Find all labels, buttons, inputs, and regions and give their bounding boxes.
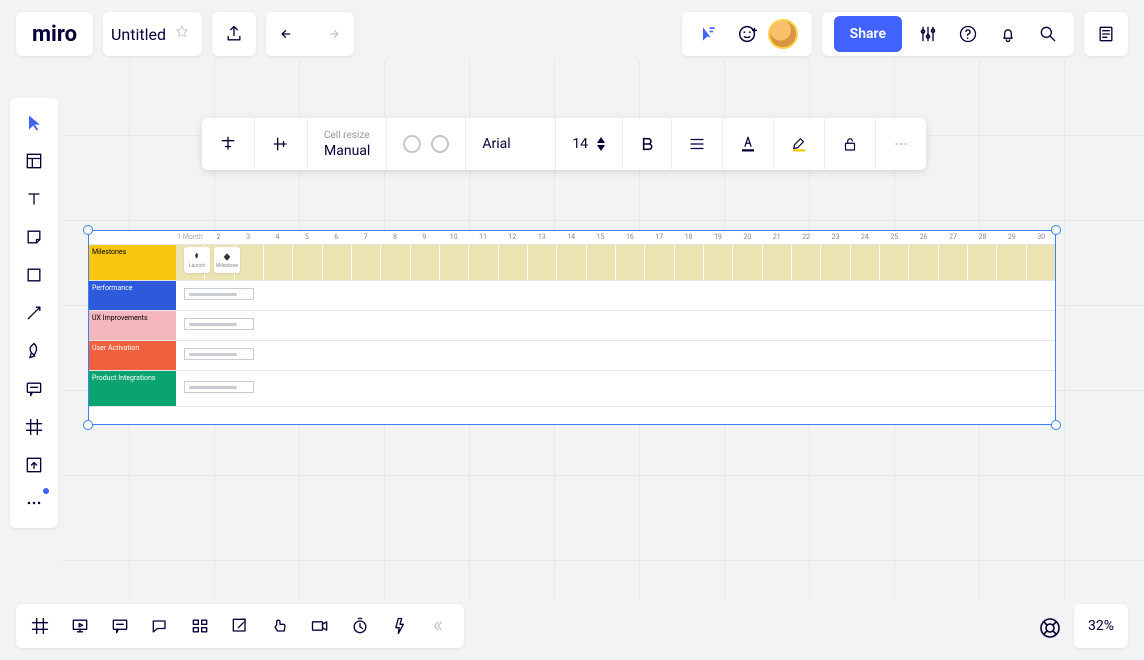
activity-button[interactable] [380, 606, 420, 646]
board-title[interactable]: Untitled [111, 25, 166, 44]
resize-handle[interactable] [1051, 225, 1061, 235]
connector-tool[interactable] [14, 294, 54, 332]
color-picker[interactable] [387, 118, 466, 170]
help-fab[interactable] [1036, 614, 1064, 642]
text-color-button[interactable] [723, 118, 774, 170]
zoom-level[interactable]: 32% [1074, 604, 1128, 648]
cursor-tracking-icon[interactable] [688, 14, 728, 54]
resize-handle[interactable] [1051, 420, 1061, 430]
align-button[interactable] [672, 118, 723, 170]
cell-resize-caption: Cell resize [324, 130, 370, 141]
notifications-button[interactable] [988, 14, 1028, 54]
user-avatar[interactable] [768, 19, 798, 49]
bottom-toolbar [16, 604, 464, 648]
export-button[interactable] [212, 12, 256, 56]
screenshare-button[interactable] [220, 606, 260, 646]
notes-button[interactable] [1084, 12, 1128, 56]
border-color-swatch[interactable] [431, 135, 449, 153]
logo[interactable]: miro [16, 22, 93, 47]
font-dropdown[interactable]: Arial [466, 118, 556, 170]
upload-tool[interactable] [14, 446, 54, 484]
resize-handle[interactable] [83, 420, 93, 430]
search-button[interactable] [1028, 14, 1068, 54]
insert-row-before[interactable] [202, 118, 255, 170]
templates-tool[interactable] [14, 142, 54, 180]
bold-button[interactable] [623, 118, 672, 170]
frame-tool[interactable] [14, 408, 54, 446]
reactions-button[interactable] [728, 14, 768, 54]
present-button[interactable] [60, 606, 100, 646]
settings-button[interactable] [908, 14, 948, 54]
cards-button[interactable] [180, 606, 220, 646]
select-tool[interactable] [14, 104, 54, 142]
share-button[interactable]: Share [834, 16, 902, 52]
chat-button[interactable] [140, 606, 180, 646]
favorite-star-icon[interactable] [174, 24, 190, 44]
highlight-button[interactable] [774, 118, 825, 170]
selection-frame [88, 230, 1056, 425]
shape-tool[interactable] [14, 256, 54, 294]
voting-button[interactable] [260, 606, 300, 646]
comment-tool[interactable] [14, 370, 54, 408]
comments-panel[interactable] [100, 606, 140, 646]
more-tools[interactable] [14, 484, 54, 522]
cell-resize-value: Manual [324, 143, 370, 159]
fill-color-swatch[interactable] [403, 135, 421, 153]
sticky-tool[interactable] [14, 218, 54, 256]
insert-row-after[interactable] [255, 118, 308, 170]
collapse-button[interactable] [420, 606, 460, 646]
resize-handle[interactable] [83, 225, 93, 235]
video-button[interactable] [300, 606, 340, 646]
timer-button[interactable] [340, 606, 380, 646]
text-tool[interactable] [14, 180, 54, 218]
undo-button[interactable] [266, 12, 310, 56]
more-options[interactable] [876, 118, 926, 170]
lock-button[interactable] [825, 118, 876, 170]
stepper-down-icon[interactable] [596, 144, 606, 152]
cell-resize-dropdown[interactable]: Cell resize Manual [308, 118, 387, 170]
left-toolbar [10, 98, 58, 528]
help-button[interactable] [948, 14, 988, 54]
stepper-up-icon[interactable] [596, 136, 606, 144]
font-size-stepper[interactable]: 14 [556, 118, 623, 170]
pen-tool[interactable] [14, 332, 54, 370]
context-toolbar: Cell resize Manual Arial 14 [202, 118, 926, 170]
frames-panel[interactable] [20, 606, 60, 646]
redo-button[interactable] [310, 12, 354, 56]
